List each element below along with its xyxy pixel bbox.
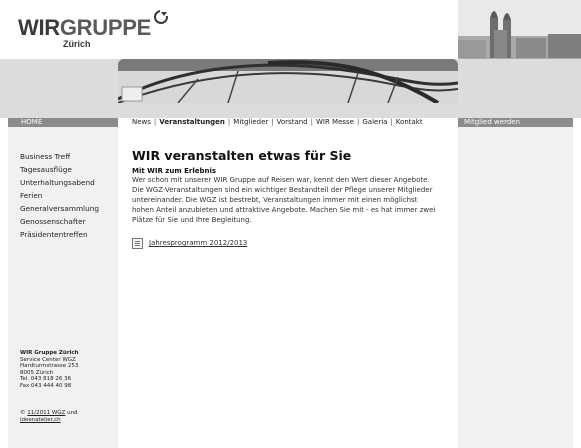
logo-brand-main: WIR bbox=[18, 15, 60, 40]
address-line: Hardturmstrasse 253 bbox=[20, 363, 79, 370]
logo-brand-second: GRUPPE bbox=[59, 15, 151, 40]
address-line: Service Center WGZ bbox=[20, 356, 76, 363]
nav-separator: | bbox=[153, 118, 157, 126]
nav-item-galeria[interactable]: Galeria bbox=[362, 118, 387, 126]
church-towers-photo bbox=[458, 0, 581, 59]
nav-separator: | bbox=[390, 118, 393, 126]
nav-item-veranstaltungen[interactable]: Veranstaltungen bbox=[159, 118, 225, 126]
paragraph-line: Plätze für Sie und Ihre Begleitung. bbox=[132, 216, 252, 224]
membership-bar: Mitglied werden bbox=[458, 118, 573, 127]
nav-separator: | bbox=[227, 118, 231, 126]
copyright-notice: © 11/2011 WGZ und ideenatelier.ch bbox=[20, 410, 78, 424]
date-link[interactable]: 11/2011 WGZ bbox=[27, 410, 65, 416]
address-line: Tel. 043 818 26 36 bbox=[20, 376, 72, 383]
sidebar-item-tagesausfluege[interactable]: Tagesausflüge bbox=[20, 163, 99, 176]
nav-item-wir-messe[interactable]: WIR Messe bbox=[316, 118, 354, 126]
site-logo[interactable]: WIRGRUPPE Zürich bbox=[18, 10, 169, 56]
top-navigation: News | Veranstaltungen | Mitglieder | Vorstand… bbox=[132, 118, 423, 127]
paragraph-line: Wer schon mit unserer WIR Gruppe auf Rei… bbox=[132, 176, 430, 184]
rollercoaster-photo bbox=[118, 59, 458, 103]
paragraph-line: Die WGZ-Veranstaltungen sind ein wichtig… bbox=[132, 186, 433, 194]
nav-item-vorstand[interactable]: Vorstand bbox=[277, 118, 308, 126]
side-navigation: Business Treff Tagesausflüge Unterhaltun… bbox=[20, 150, 99, 241]
paragraph-line: hohen Anteil anzubieten und attraktive A… bbox=[132, 206, 436, 214]
address-line: Fax 043 444 40 98 bbox=[20, 382, 72, 389]
sidebar-item-business-treff[interactable]: Business Treff bbox=[20, 150, 99, 163]
address-line: 8005 Zürich bbox=[20, 369, 54, 376]
rollercoaster-photo-drawing bbox=[118, 59, 458, 103]
contact-address: WIR Gruppe Zürich Service Center WGZ Har… bbox=[20, 350, 79, 390]
sidebar-item-unterhaltungsabend[interactable]: Unterhaltungsabend bbox=[20, 176, 99, 189]
copyright-symbol: © bbox=[20, 410, 26, 416]
intro-paragraph: Wer schon mit unserer WIR Gruppe auf Rei… bbox=[132, 175, 452, 225]
home-bar: HOME bbox=[8, 118, 118, 127]
nav-item-news[interactable]: News bbox=[132, 118, 151, 126]
and-word: und bbox=[67, 410, 78, 416]
credit-link[interactable]: ideenatelier.ch bbox=[20, 417, 61, 423]
circular-arrow-mark-icon bbox=[154, 10, 169, 24]
annual-program-link[interactable]: Jahresprogramm 2012/2013 bbox=[149, 239, 247, 247]
sidebar-item-genossenschafter[interactable]: Genossenschafter bbox=[20, 215, 99, 228]
nav-separator: | bbox=[357, 118, 360, 126]
home-link[interactable]: HOME bbox=[21, 118, 42, 127]
sidebar-item-ferien[interactable]: Ferien bbox=[20, 189, 99, 202]
nav-separator: | bbox=[271, 118, 274, 126]
sidebar-item-generalversammlung[interactable]: Generalversammlung bbox=[20, 202, 99, 215]
document-icon bbox=[132, 238, 143, 249]
page-title: WIR veranstalten etwas für Sie bbox=[132, 148, 352, 163]
nav-item-kontakt[interactable]: Kontakt bbox=[396, 118, 423, 126]
nav-separator: | bbox=[310, 118, 313, 126]
address-name: WIR Gruppe Zürich bbox=[20, 350, 79, 356]
church-towers-photo-drawing bbox=[458, 0, 581, 59]
become-member-link[interactable]: Mitglied werden bbox=[464, 118, 520, 127]
logo-city: Zürich bbox=[63, 39, 91, 49]
right-column bbox=[458, 118, 573, 448]
sidebar-item-praesidententreffen[interactable]: Präsidententreffen bbox=[20, 228, 99, 241]
paragraph-line: untereinander. Die WGZ ist bestrebt, Ver… bbox=[132, 196, 418, 204]
section-subheading: Mit WIR zum Erlebnis bbox=[132, 167, 217, 175]
nav-item-mitglieder[interactable]: Mitglieder bbox=[233, 118, 268, 126]
